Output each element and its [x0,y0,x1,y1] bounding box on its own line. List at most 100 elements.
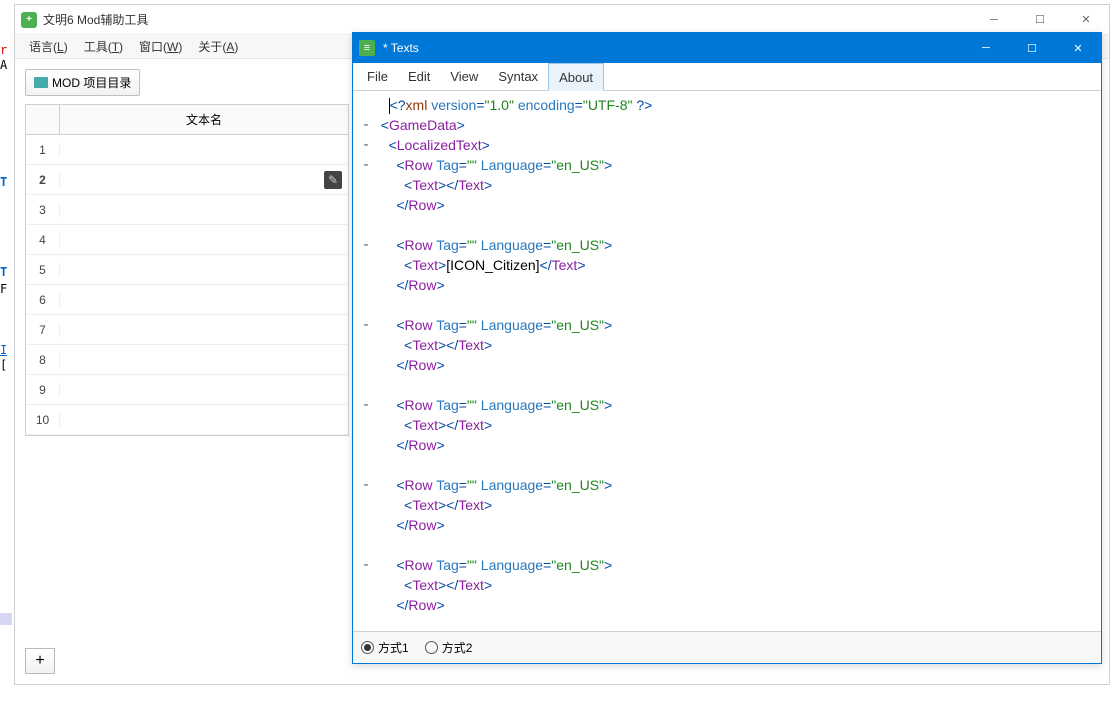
code-text[interactable]: </Row> [373,595,1101,615]
maximize-button[interactable]: ☐ [1017,5,1063,35]
add-button[interactable]: + [25,648,55,674]
editor-app-icon: ≡ [359,40,375,56]
code-line[interactable]: - <Row Tag="" Language="en_US"> [359,475,1101,495]
code-text[interactable]: <LocalizedText> [373,135,1101,155]
editor-minimize-button[interactable]: ─ [963,33,1009,63]
editor-menu-syntax[interactable]: Syntax [488,63,548,90]
code-line[interactable]: <Text></Text> [359,415,1101,435]
code-line[interactable]: <?xml version="1.0" encoding="UTF-8" ?> [359,95,1101,115]
editor-menu-edit[interactable]: Edit [398,63,440,90]
code-text[interactable]: <Row Tag="" Language="en_US"> [373,555,1101,575]
code-text[interactable] [373,535,1101,555]
code-text[interactable]: <Text></Text> [373,175,1101,195]
table-row[interactable]: 8 [26,345,348,375]
code-line[interactable]: - <Row Tag="" Language="en_US"> [359,235,1101,255]
fold-gutter[interactable]: - [359,475,373,495]
editor-menu-view[interactable]: View [440,63,488,90]
code-line[interactable]: </Row> [359,275,1101,295]
code-text[interactable]: <?xml version="1.0" encoding="UTF-8" ?> [373,95,1101,115]
code-line[interactable] [359,215,1101,235]
code-text[interactable]: <Row Tag="" Language="en_US"> [373,315,1101,335]
editor-titlebar[interactable]: ≡ * Texts ─ ☐ ✕ [353,33,1101,63]
code-line[interactable]: - <LocalizedText> [359,135,1101,155]
code-area[interactable]: <?xml version="1.0" encoding="UTF-8" ?>-… [353,91,1101,619]
code-text[interactable]: <Text></Text> [373,415,1101,435]
close-button[interactable]: ✕ [1063,5,1109,35]
code-line[interactable]: <Text></Text> [359,335,1101,355]
fold-gutter[interactable]: - [359,555,373,575]
code-text[interactable]: </Row> [373,435,1101,455]
code-text[interactable]: <Text></Text> [373,575,1101,595]
fold-gutter [359,515,373,535]
code-line[interactable] [359,455,1101,475]
code-line[interactable]: </Row> [359,515,1101,535]
menu-item-w[interactable]: 窗口(W) [131,36,190,57]
editor-body[interactable]: <?xml version="1.0" encoding="UTF-8" ?>-… [353,91,1101,631]
table-row[interactable]: 9 [26,375,348,405]
code-text[interactable]: <Row Tag="" Language="en_US"> [373,475,1101,495]
table-row[interactable]: 6 [26,285,348,315]
pencil-icon: ✎ [324,171,342,189]
table-row[interactable]: 1 [26,135,348,165]
code-text[interactable]: <Row Tag="" Language="en_US"> [373,395,1101,415]
code-line[interactable]: - <Row Tag="" Language="en_US"> [359,155,1101,175]
menu-item-t[interactable]: 工具(T) [76,36,131,57]
code-text[interactable]: <Row Tag="" Language="en_US"> [373,235,1101,255]
code-text[interactable] [373,455,1101,475]
code-line[interactable]: <Text>[ICON_Citizen]</Text> [359,255,1101,275]
table-row[interactable]: 3 [26,195,348,225]
fold-gutter[interactable]: - [359,315,373,335]
code-line[interactable]: <Text></Text> [359,575,1101,595]
code-line[interactable]: </Row> [359,195,1101,215]
code-text[interactable]: <Text></Text> [373,335,1101,355]
code-text[interactable] [373,375,1101,395]
code-line[interactable]: <Text></Text> [359,175,1101,195]
mode-radio-1[interactable]: 方式1 [361,639,409,656]
code-text[interactable]: </Row> [373,355,1101,375]
code-line[interactable]: - <Row Tag="" Language="en_US"> [359,315,1101,335]
table-row[interactable]: 2✎ [26,165,348,195]
editor-menu-about[interactable]: About [548,63,604,91]
code-text[interactable] [373,295,1101,315]
menu-item-a[interactable]: 关于(A) [190,36,246,57]
editor-menu-file[interactable]: File [357,63,398,90]
code-line[interactable] [359,295,1101,315]
editor-maximize-button[interactable]: ☐ [1009,33,1055,63]
fold-gutter[interactable]: - [359,115,373,135]
code-text[interactable] [373,215,1101,235]
code-text[interactable]: <Row Tag="" Language="en_US"> [373,155,1101,175]
background-text-fragment: T [0,265,7,279]
fold-gutter [359,415,373,435]
code-text[interactable]: </Row> [373,515,1101,535]
code-line[interactable]: </Row> [359,595,1101,615]
table-row[interactable]: 10 [26,405,348,435]
code-text[interactable]: <Text></Text> [373,495,1101,515]
code-text[interactable]: <Text>[ICON_Citizen]</Text> [373,255,1101,275]
fold-gutter[interactable]: - [359,395,373,415]
table-row[interactable]: 5 [26,255,348,285]
table-row[interactable]: 4 [26,225,348,255]
code-line[interactable]: - <Row Tag="" Language="en_US"> [359,555,1101,575]
fold-gutter[interactable]: - [359,235,373,255]
menu-item-l[interactable]: 语言(L) [21,36,76,57]
editor-close-button[interactable]: ✕ [1055,33,1101,63]
code-line[interactable]: </Row> [359,355,1101,375]
code-line[interactable]: - <Row Tag="" Language="en_US"> [359,395,1101,415]
mod-directory-button[interactable]: MOD 项目目录 [25,69,140,96]
fold-gutter[interactable]: - [359,155,373,175]
code-line[interactable]: </Row> [359,435,1101,455]
row-name-cell[interactable]: ✎ [60,171,348,189]
minimize-button[interactable]: ─ [971,5,1017,35]
code-line[interactable]: - <GameData> [359,115,1101,135]
main-titlebar[interactable]: + 文明6 Mod辅助工具 ─ ☐ ✕ [15,5,1109,35]
code-line[interactable] [359,375,1101,395]
main-window-title: 文明6 Mod辅助工具 [43,11,148,28]
fold-gutter[interactable]: - [359,135,373,155]
code-line[interactable] [359,535,1101,555]
code-text[interactable]: </Row> [373,275,1101,295]
code-line[interactable]: <Text></Text> [359,495,1101,515]
mode-radio-2[interactable]: 方式2 [425,639,473,656]
code-text[interactable]: <GameData> [373,115,1101,135]
table-row[interactable]: 7 [26,315,348,345]
code-text[interactable]: </Row> [373,195,1101,215]
